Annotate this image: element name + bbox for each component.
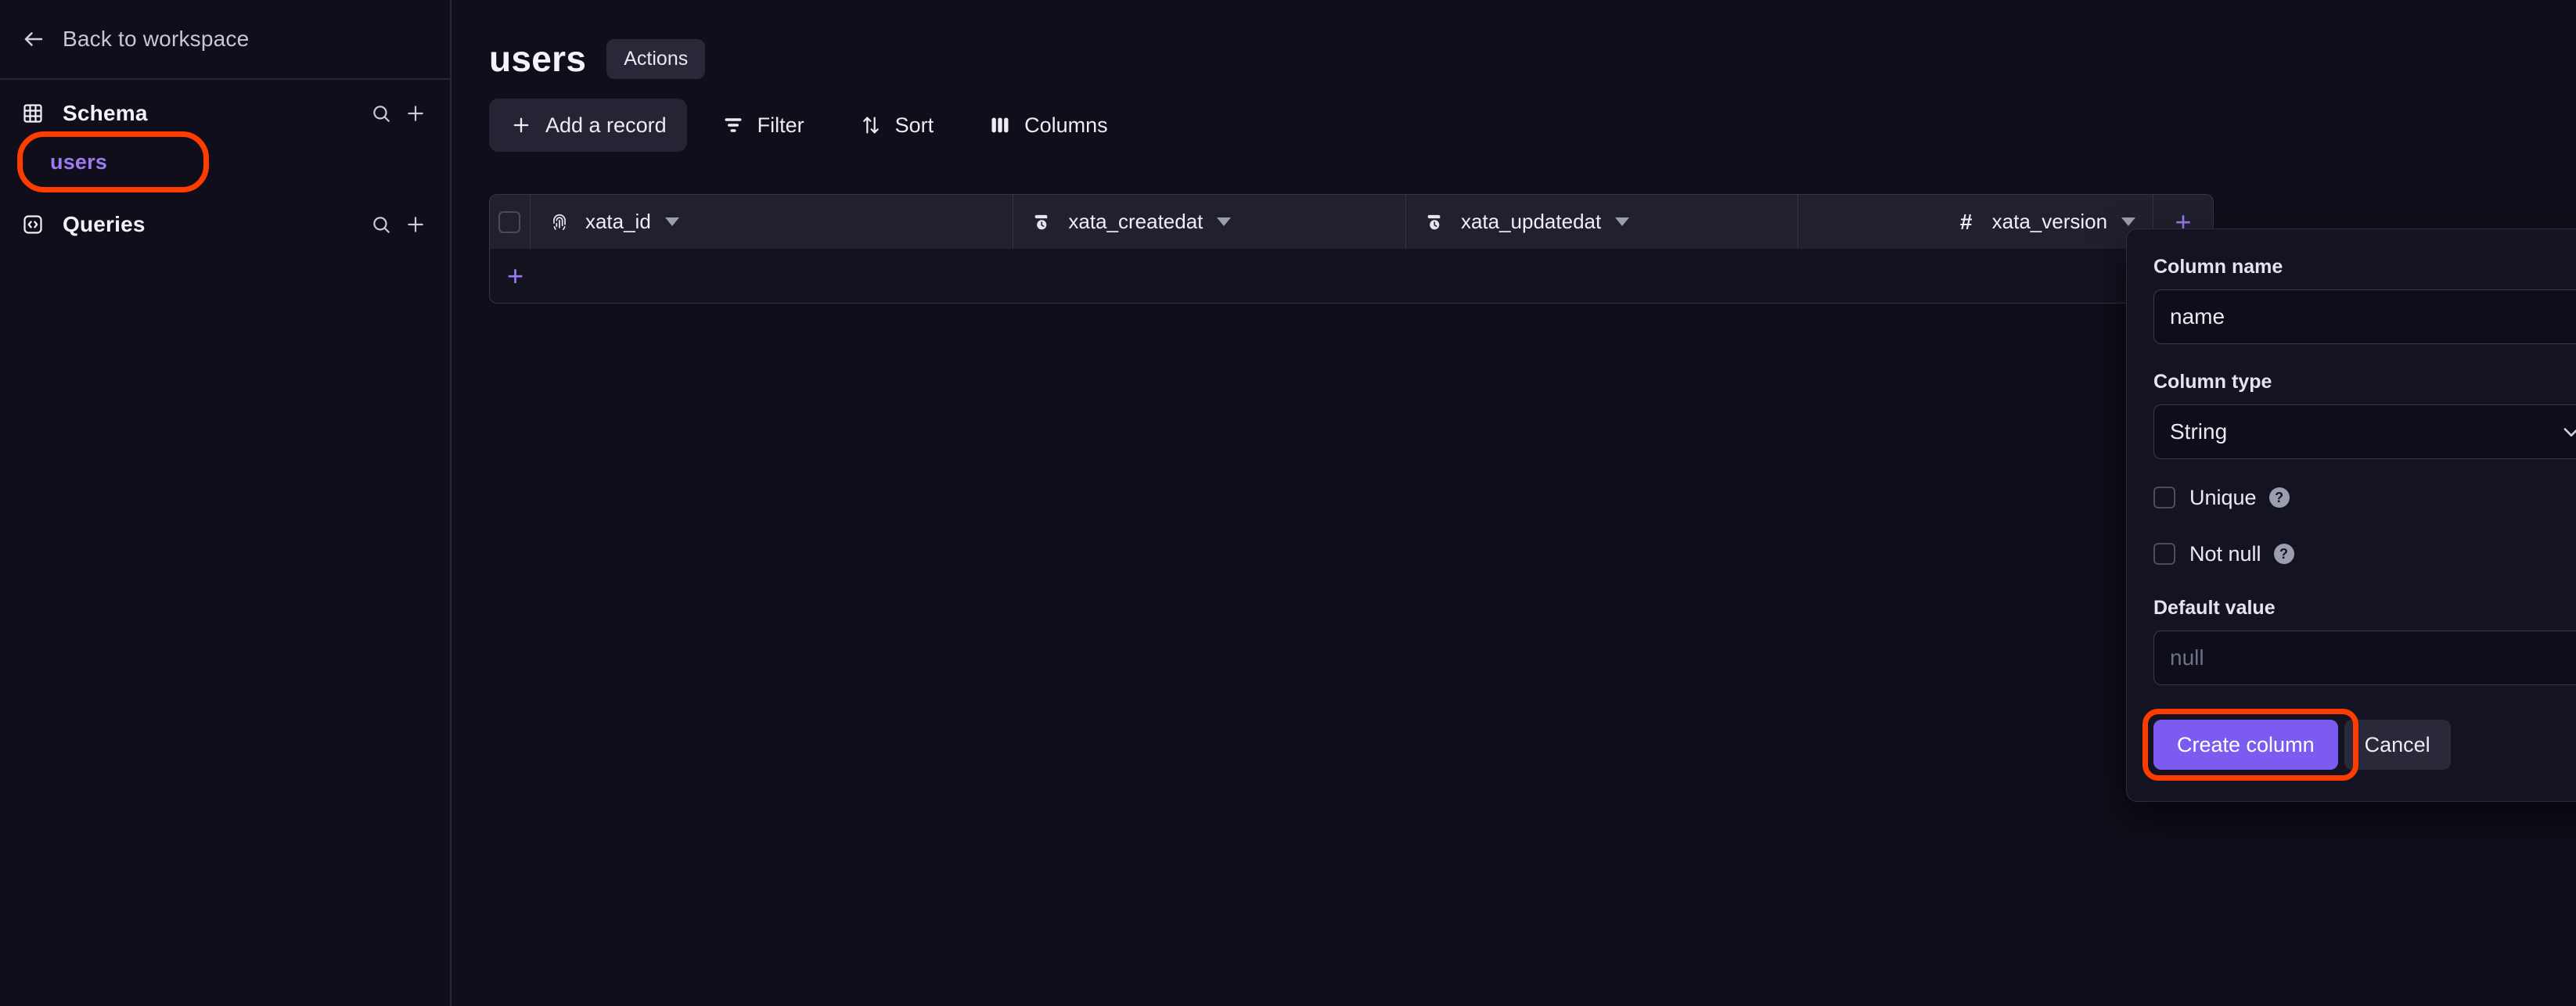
sidebar-section-queries-label: Queries <box>63 212 146 236</box>
select-all-checkbox[interactable] <box>498 210 521 233</box>
column-header-xata_updatedat-label: xata_updatedat <box>1460 210 1602 233</box>
clock-calendar-icon <box>1031 210 1054 234</box>
filter-label: Filter <box>757 113 804 137</box>
sidebar-table-users-wrap: users <box>17 131 209 192</box>
page-title: users <box>489 38 587 79</box>
fingerprint-icon <box>548 210 571 234</box>
column-type-select[interactable] <box>2153 404 2576 459</box>
sidebar-section-queries[interactable]: Queries <box>0 200 450 249</box>
plus-icon: + <box>507 259 524 292</box>
column-header-xata_createdat[interactable]: xata_createdat <box>1013 195 1406 249</box>
filter-button[interactable]: Filter <box>701 99 825 152</box>
sidebar-item-users-label: users <box>50 149 108 174</box>
code-brackets-icon <box>20 212 45 237</box>
chevron-down-icon[interactable] <box>2121 217 2136 226</box>
page-header: users Actions <box>452 0 2576 86</box>
column-header-xata_id-label: xata_id <box>585 210 651 233</box>
sidebar-item-users[interactable]: users <box>31 141 192 183</box>
clock-calendar-icon <box>1423 210 1447 234</box>
create-column-popover: Column name Column type Unique ? Not nul… <box>2126 228 2576 802</box>
columns-icon <box>988 113 1012 137</box>
create-column-button[interactable]: Create column <box>2153 720 2338 770</box>
column-header-xata_version[interactable]: # xata_version <box>1798 195 2154 249</box>
select-all-cell <box>490 195 531 249</box>
table-grid-icon <box>20 101 45 126</box>
not-null-row: Not null ? <box>2153 536 2576 572</box>
back-to-workspace-label: Back to workspace <box>63 27 250 51</box>
chevron-down-icon[interactable] <box>1615 217 1630 226</box>
column-header-xata_id[interactable]: xata_id <box>531 195 1014 249</box>
filter-icon <box>721 113 745 137</box>
column-name-input[interactable] <box>2153 289 2576 344</box>
back-to-workspace-button[interactable]: Back to workspace <box>0 0 450 80</box>
not-null-help-icon[interactable]: ? <box>2273 544 2294 564</box>
unique-label: Unique <box>2189 485 2257 509</box>
not-null-checkbox[interactable] <box>2153 543 2175 565</box>
default-value-input[interactable] <box>2153 631 2576 685</box>
unique-row: Unique ? <box>2153 480 2576 516</box>
add-a-record-label: Add a record <box>545 113 667 137</box>
column-type-select-wrap <box>2153 404 2576 459</box>
grid-header-row: xata_id xata_createdat xata_updatedat # … <box>489 194 2214 249</box>
column-type-label: Column type <box>2153 371 2272 393</box>
add-a-record-button[interactable]: Add a record <box>489 99 687 152</box>
actions-button[interactable]: Actions <box>606 38 706 79</box>
schema-search-icon[interactable] <box>364 96 398 131</box>
column-header-xata_updatedat[interactable]: xata_updatedat <box>1406 195 1799 249</box>
arrow-left-icon <box>20 26 47 52</box>
cancel-button[interactable]: Cancel <box>2344 720 2451 770</box>
hash-icon: # <box>1959 209 1973 234</box>
chevron-down-icon[interactable] <box>664 217 679 226</box>
column-name-label: Column name <box>2153 256 2283 278</box>
column-header-xata_version-label: xata_version <box>1991 210 2108 233</box>
sidebar-section-schema[interactable]: Schema <box>0 89 450 138</box>
plus-icon <box>509 113 533 137</box>
sidebar: Back to workspace Schema users Queries <box>0 0 452 1006</box>
columns-button[interactable]: Columns <box>968 99 1128 152</box>
not-null-label: Not null <box>2189 541 2261 566</box>
arrows-up-down-icon <box>859 113 883 137</box>
main-content: users Actions Add a record Filter Sort C… <box>452 0 2576 1006</box>
default-value-label: Default value <box>2153 597 2276 619</box>
add-row-row[interactable]: + <box>489 249 2214 304</box>
data-grid: xata_id xata_createdat xata_updatedat # … <box>489 194 2214 304</box>
unique-help-icon[interactable]: ? <box>2268 487 2290 508</box>
toolbar: Add a record Filter Sort Columns <box>452 86 2576 164</box>
columns-label: Columns <box>1024 113 1108 137</box>
schema-add-icon[interactable] <box>398 96 433 131</box>
column-header-xata_createdat-label: xata_createdat <box>1068 210 1203 233</box>
unique-checkbox[interactable] <box>2153 487 2175 508</box>
queries-add-icon[interactable] <box>398 207 433 242</box>
queries-search-icon[interactable] <box>364 207 398 242</box>
chevron-down-icon[interactable] <box>1217 217 1232 226</box>
popover-button-row: Create column Cancel <box>2142 709 2576 781</box>
sort-button[interactable]: Sort <box>839 99 955 152</box>
sidebar-section-schema-label: Schema <box>63 101 148 125</box>
sort-label: Sort <box>894 113 934 137</box>
